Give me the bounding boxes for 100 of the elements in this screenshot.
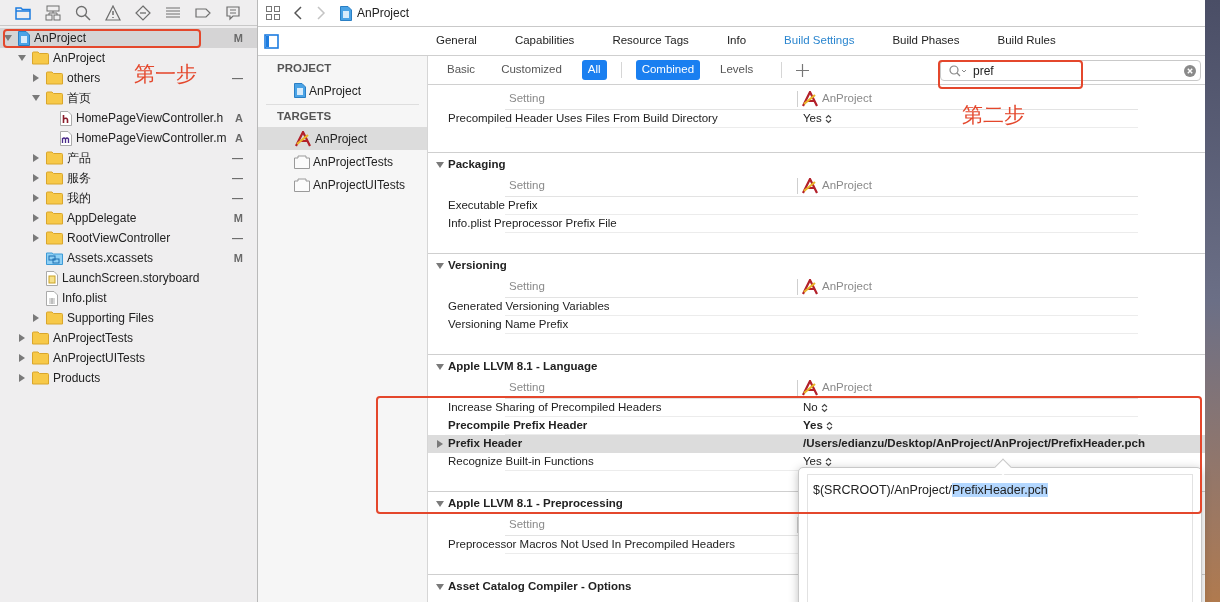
column-header: AnProject [822, 279, 872, 295]
tree-item[interactable]: AnProjectTests [32, 329, 134, 347]
tab[interactable]: Resource Tags [612, 32, 689, 50]
section-heading: PROJECT [276, 61, 333, 77]
disclosure-triangle-icon[interactable] [18, 334, 26, 342]
setting-value[interactable]: /Users/edianzu/Desktop/AnProject/AnProject/PrefixHeader.pch [797, 435, 1145, 453]
tree-item[interactable]: HomePageViewController.h [60, 109, 224, 127]
setting-value[interactable]: No [797, 399, 828, 417]
setting-value[interactable]: Yes [797, 417, 833, 435]
tree-item[interactable]: LaunchScreen.storyboard [46, 269, 200, 287]
tree-item[interactable]: Assets.xcassets [46, 249, 154, 267]
folder-icon [46, 71, 63, 85]
pencil-ruler-icon [801, 279, 819, 295]
target-item[interactable]: AnProject [258, 127, 427, 150]
source-file-icon [60, 130, 72, 146]
disclosure-triangle-icon[interactable] [32, 314, 40, 322]
folder-icon [32, 371, 49, 385]
tree-item[interactable]: others [46, 69, 101, 87]
hierarchy-icon[interactable] [45, 4, 61, 21]
filter-button[interactable]: Levels [714, 60, 760, 80]
tree-item[interactable]: AnProject [18, 29, 87, 47]
disclosure-triangle-icon[interactable] [32, 94, 40, 102]
grid-icon[interactable] [266, 6, 280, 20]
tree-item[interactable]: AppDelegate [46, 209, 137, 227]
setting-name: Generated Versioning Variables [448, 299, 611, 315]
disclosure-triangle-icon[interactable] [32, 174, 40, 182]
filter-button[interactable]: All [581, 60, 607, 80]
section-header[interactable]: Packaging [448, 156, 506, 174]
setting-name: Recognize Built-in Functions [448, 454, 595, 470]
setting-value[interactable]: Yes [797, 453, 832, 471]
project-file-icon [294, 83, 306, 98]
tab[interactable]: Info [726, 32, 747, 50]
search-field[interactable]: pref [940, 60, 1201, 81]
filter-button[interactable]: Combined [635, 60, 701, 80]
path-text-field[interactable]: $(SRCROOT)/AnProject/PrefixHeader.pch [813, 483, 1048, 497]
folder-icon[interactable] [15, 4, 31, 21]
setting-value[interactable]: Yes [797, 110, 832, 128]
tree-item[interactable]: HomePageViewController.m [60, 129, 227, 147]
column-header: AnProject [822, 91, 872, 107]
disclosure-triangle-icon[interactable] [18, 374, 26, 382]
section-header[interactable]: Apple LLVM 8.1 - Preprocessing [448, 495, 623, 513]
sidebar-toggle-icon[interactable] [264, 33, 279, 49]
back-icon[interactable] [294, 6, 303, 20]
tree-item[interactable]: 首页 [46, 89, 91, 107]
tab[interactable]: General [436, 32, 477, 50]
add-icon[interactable] [796, 63, 810, 77]
bundle-icon [294, 177, 310, 192]
disclosure-triangle-icon[interactable] [32, 154, 40, 162]
tree-item[interactable]: 我的 [46, 189, 91, 207]
disclosure-triangle-icon[interactable] [32, 74, 40, 82]
tree-item[interactable]: AnProject [32, 49, 106, 67]
clear-icon[interactable] [1184, 64, 1196, 77]
disclosure-triangle-icon[interactable] [436, 363, 444, 371]
tab[interactable]: Capabilities [514, 32, 575, 50]
filter-button[interactable]: Basic [441, 60, 482, 80]
status-label: — [232, 150, 243, 166]
section-header[interactable]: Versioning [448, 257, 507, 275]
disclosure-triangle-icon[interactable] [32, 234, 40, 242]
comment-icon[interactable] [225, 4, 241, 21]
pencil-ruler-icon [294, 130, 312, 147]
list-icon[interactable] [165, 4, 181, 21]
disclosure-triangle-icon[interactable] [18, 54, 26, 62]
tree-item[interactable]: Products [32, 369, 101, 387]
diamond-icon[interactable] [135, 4, 151, 21]
disclosure-triangle-icon[interactable] [32, 194, 40, 202]
breadcrumb-item[interactable]: AnProject [357, 4, 410, 22]
filter-button[interactable]: Customized [495, 60, 568, 80]
annotation-label: 第一步 [134, 61, 197, 87]
tree-item[interactable]: 服务 [46, 169, 91, 187]
status-label: A [235, 110, 243, 126]
target-item[interactable]: AnProjectUITests [258, 173, 427, 196]
column-header: Setting [509, 279, 545, 295]
disclosure-triangle-icon[interactable] [436, 161, 444, 169]
tree-item[interactable]: AnProjectUITests [32, 349, 146, 367]
target-item[interactable]: AnProject [258, 79, 427, 102]
section-header[interactable]: Apple LLVM 8.1 - Language [448, 358, 598, 376]
disclosure-triangle-icon[interactable] [4, 34, 12, 42]
tab[interactable]: Build Settings [784, 32, 855, 50]
status-label: M [233, 30, 243, 46]
tree-item[interactable]: 产品 [46, 149, 91, 167]
setting-name: Info.plist Preprocessor Prefix File [448, 216, 618, 232]
warning-icon[interactable] [105, 4, 121, 21]
disclosure-triangle-icon[interactable] [436, 262, 444, 270]
tab[interactable]: Build Phases [892, 32, 960, 50]
target-item[interactable]: AnProjectTests [258, 150, 427, 173]
project-file-icon [18, 30, 30, 46]
tree-item[interactable]: Supporting Files [46, 309, 154, 327]
setting-name: Precompile Prefix Header [448, 418, 589, 434]
tree-item[interactable]: RootViewController [46, 229, 171, 247]
tab[interactable]: Build Rules [997, 32, 1056, 50]
setting-name: Prefix Header [448, 436, 524, 452]
disclosure-triangle-icon[interactable] [436, 500, 444, 508]
search-icon[interactable] [75, 4, 91, 21]
disclosure-triangle-icon[interactable] [18, 354, 26, 362]
tree-item[interactable]: Info.plist [46, 289, 107, 307]
disclosure-triangle-icon[interactable] [436, 583, 444, 591]
section-header[interactable]: Asset Catalog Compiler - Options [448, 578, 632, 596]
disclosure-triangle-icon[interactable] [436, 440, 444, 448]
disclosure-triangle-icon[interactable] [32, 214, 40, 222]
column-header: Setting [509, 91, 545, 107]
